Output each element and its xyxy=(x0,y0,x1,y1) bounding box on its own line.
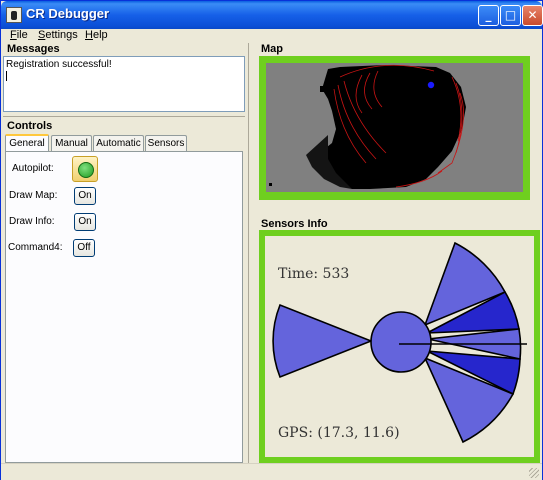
tab-automatic[interactable]: Automatic xyxy=(93,135,144,151)
messages-heading: Messages xyxy=(7,43,60,55)
map-heading: Map xyxy=(261,43,283,55)
messages-text: Registration successful! xyxy=(6,59,112,70)
controls-heading: Controls xyxy=(7,120,53,132)
sensors-canvas: Time: 533 GPS: (17.3, 11.6) xyxy=(265,236,534,457)
tab-general[interactable]: General xyxy=(5,134,49,152)
draw-info-label: Draw Info: xyxy=(9,216,55,227)
corner-marker xyxy=(269,183,272,186)
autopilot-indicator-icon xyxy=(78,162,94,178)
autopilot-label: Autopilot: xyxy=(12,163,54,174)
map-canvas[interactable] xyxy=(266,63,523,192)
menu-file-label: ile xyxy=(16,29,28,41)
menu-help-mnemonic: H xyxy=(85,29,93,41)
draw-map-label: Draw Map: xyxy=(9,190,58,201)
status-bar xyxy=(1,463,542,480)
close-button[interactable]: ✕ xyxy=(522,5,543,26)
general-tab-panel: Autopilot: Draw Map: On Draw Info: On Co… xyxy=(5,151,243,463)
command4-toggle-button[interactable]: Off xyxy=(73,239,95,257)
title-bar[interactable]: CR Debugger _ □ ✕ xyxy=(1,1,543,29)
menu-help[interactable]: Help xyxy=(85,29,108,41)
maximize-button[interactable]: □ xyxy=(500,5,521,26)
explored-area xyxy=(314,65,466,189)
left-divider[interactable] xyxy=(3,116,245,117)
menu-settings-label: ettings xyxy=(45,29,78,41)
tab-manual[interactable]: Manual xyxy=(51,135,92,151)
map-drawing xyxy=(269,64,466,189)
resize-grip-icon[interactable] xyxy=(529,468,539,478)
app-window: CR Debugger _ □ ✕ File Settings Help Mes… xyxy=(0,0,543,480)
split-divider[interactable] xyxy=(248,43,254,463)
window-title: CR Debugger xyxy=(26,6,110,21)
sensors-frame: Time: 533 GPS: (17.3, 11.6) xyxy=(259,230,540,463)
menu-file-mnemonic: F xyxy=(10,29,17,41)
sensor-sector-left xyxy=(272,303,374,379)
robot-position-icon xyxy=(427,81,435,89)
command4-label: Command4: xyxy=(8,242,63,253)
menu-bar: File Settings Help xyxy=(1,29,542,43)
text-caret xyxy=(6,71,7,81)
robot-body-icon xyxy=(370,311,432,373)
draw-info-toggle-button[interactable]: On xyxy=(74,213,96,231)
wall-block xyxy=(320,86,330,92)
sensor-visualization xyxy=(272,241,527,444)
draw-map-toggle-button[interactable]: On xyxy=(74,187,96,205)
minimize-button[interactable]: _ xyxy=(478,5,499,26)
menu-file[interactable]: File xyxy=(10,29,28,41)
map-frame xyxy=(259,56,530,200)
autopilot-toggle-button[interactable] xyxy=(72,156,98,182)
tab-sensors[interactable]: Sensors xyxy=(145,135,187,151)
app-icon xyxy=(6,7,22,23)
sensors-heading: Sensors Info xyxy=(261,218,328,230)
menu-help-label: elp xyxy=(92,29,108,41)
menu-settings[interactable]: Settings xyxy=(38,29,78,41)
messages-textarea[interactable]: Registration successful! xyxy=(3,56,245,112)
